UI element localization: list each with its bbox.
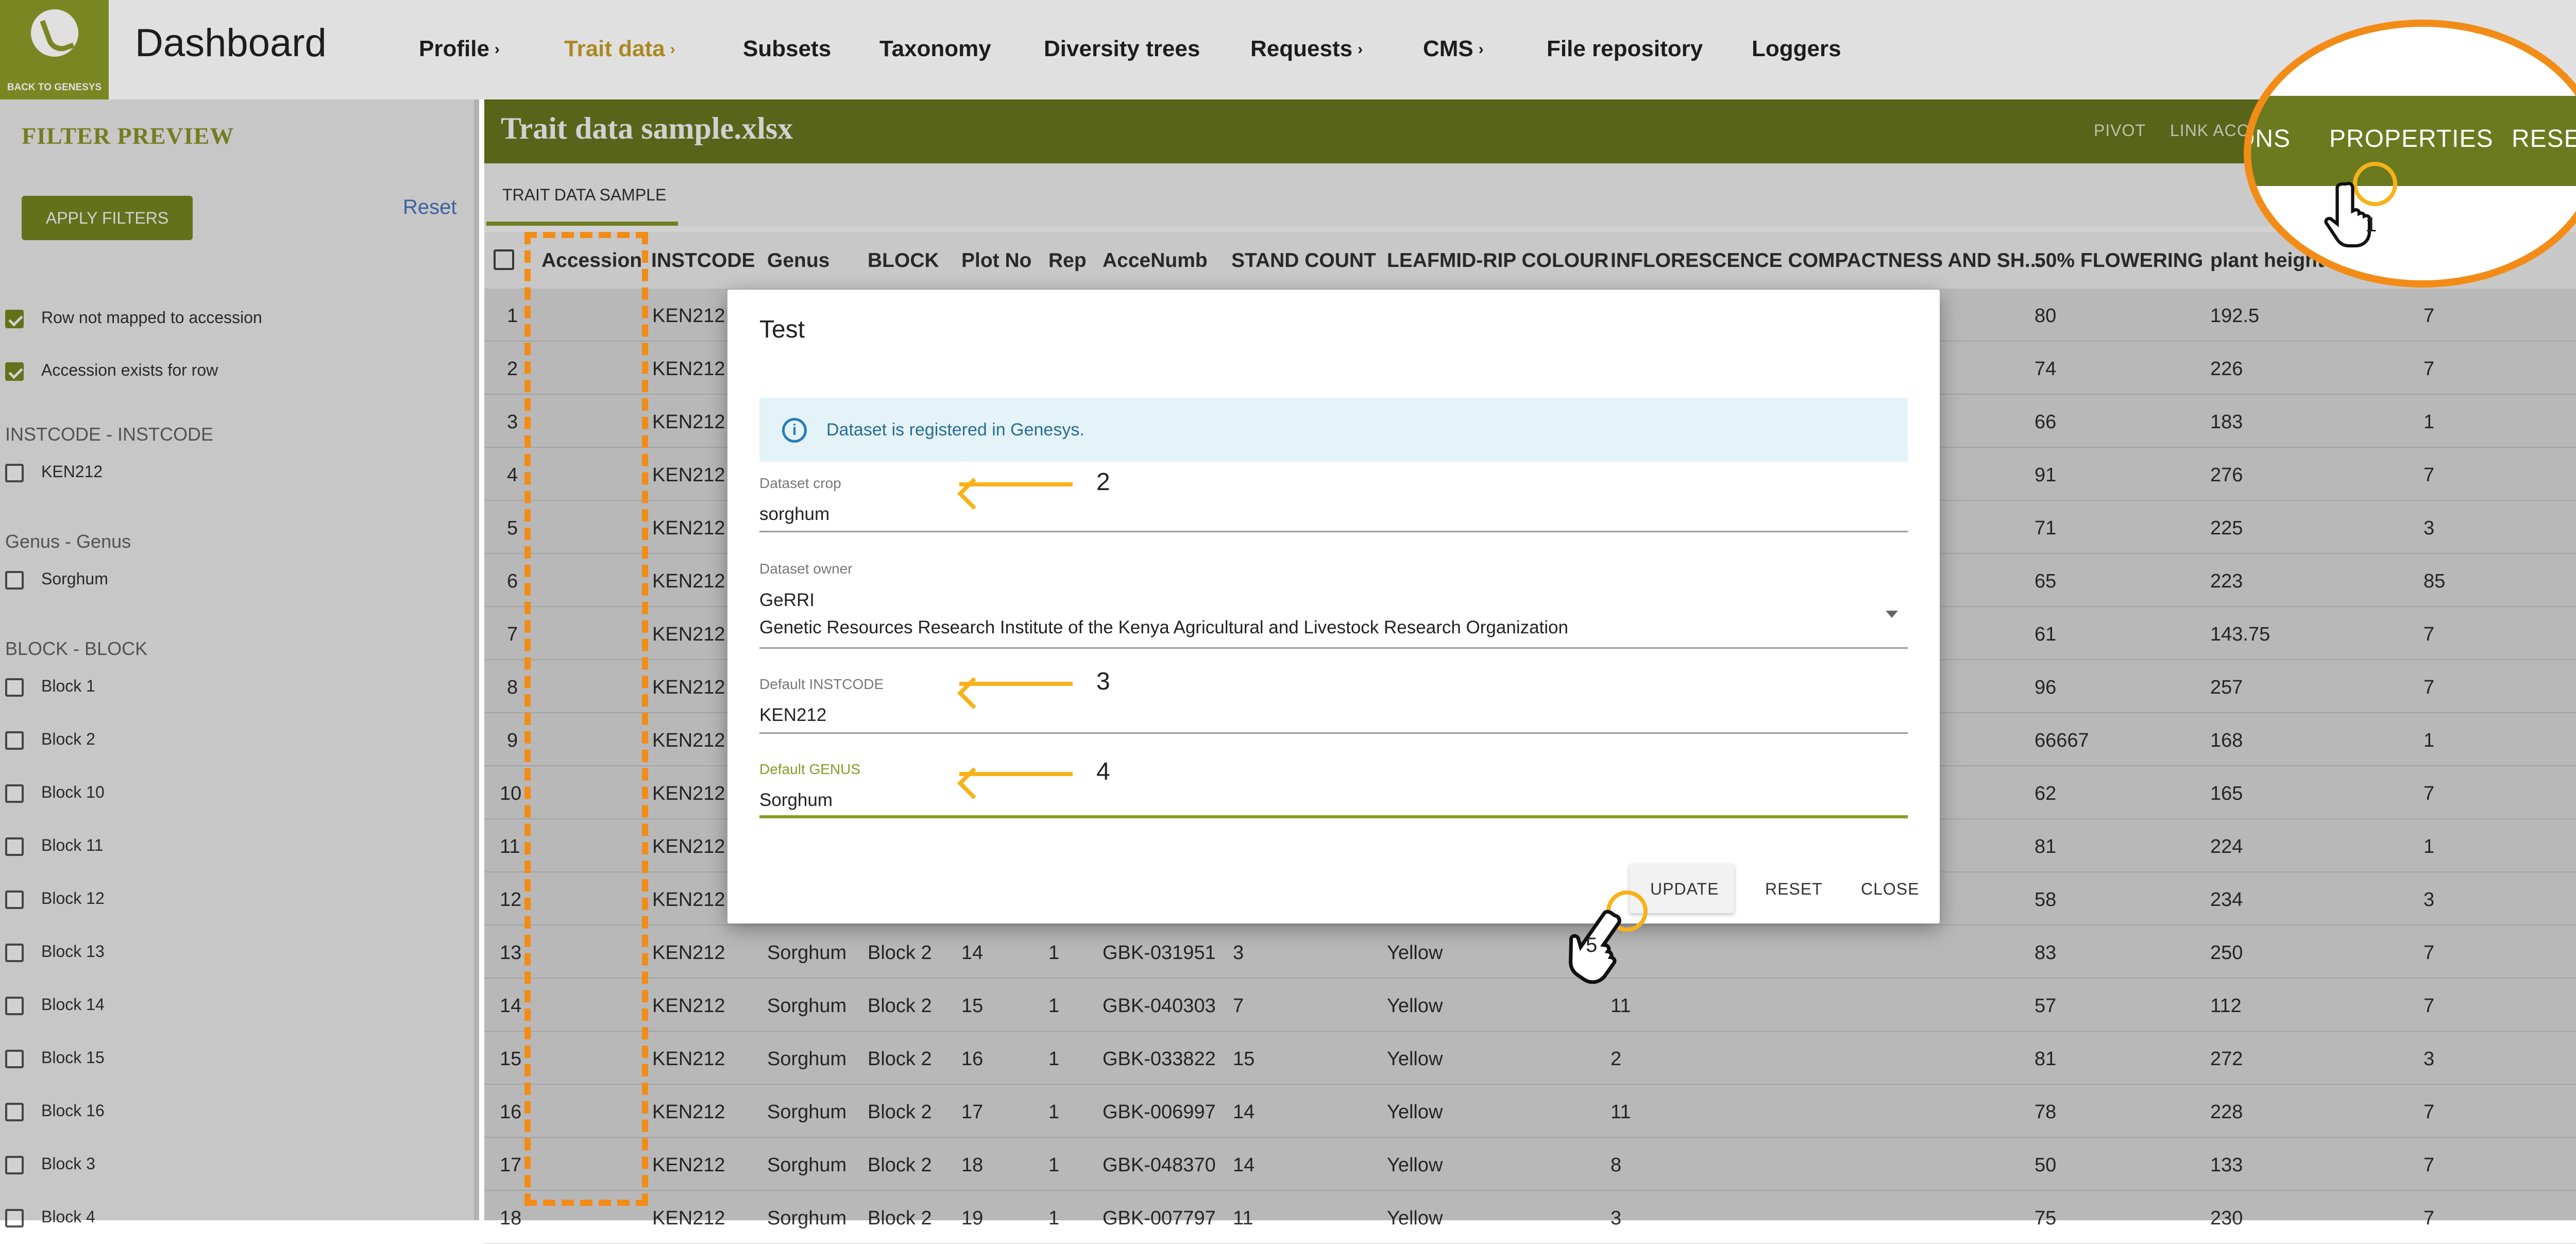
step-number: 1: [2365, 213, 2377, 236]
dataset-owner-code: GeRRI: [759, 590, 815, 610]
close-button[interactable]: CLOSE: [1861, 880, 1919, 899]
modal-backdrop-top: [0, 0, 2576, 99]
arrow-left-icon: [959, 772, 1073, 776]
arrow-left-icon: [959, 682, 1073, 686]
pointing-hand-icon: [2324, 181, 2371, 248]
default-instcode-label: Default INSTCODE: [759, 676, 884, 692]
accession-column-highlight: [524, 232, 648, 1206]
dataset-owner-label: Dataset owner: [759, 561, 853, 577]
dataset-owner-underline: [759, 647, 1908, 649]
update-button[interactable]: UPDATE: [1650, 880, 1719, 899]
dataset-crop-underline: [759, 531, 1908, 532]
info-text: Dataset is registered in Genesys.: [826, 420, 1084, 440]
dialog-title: Test: [759, 316, 805, 343]
dataset-crop-label: Dataset crop: [759, 475, 841, 491]
step-number: 2: [1096, 468, 1110, 496]
dataset-properties-dialog: [727, 290, 1940, 923]
zoom-properties-action[interactable]: PROPERTIES: [2329, 125, 2494, 153]
default-genus-input[interactable]: Sorghum: [759, 790, 833, 811]
step-number: 5: [1586, 934, 1598, 956]
arrow-left-icon: [959, 482, 1073, 486]
step-number: 4: [1096, 758, 1110, 785]
info-icon: i: [782, 418, 807, 443]
pointing-hand-icon: [1569, 910, 1621, 984]
zoom-link-accessions-fragment: ONS: [2251, 125, 2291, 153]
dataset-crop-input[interactable]: sorghum: [759, 504, 829, 525]
dataset-owner-select[interactable]: Genetic Resources Research Institute of …: [759, 617, 1568, 638]
chevron-down-icon[interactable]: [1886, 611, 1898, 618]
zoom-reset-action[interactable]: RESET: [2512, 125, 2576, 153]
default-instcode-input[interactable]: KEN212: [759, 705, 826, 726]
default-genus-underline: [759, 815, 1908, 818]
reset-button[interactable]: RESET: [1765, 880, 1823, 899]
default-genus-label: Default GENUS: [759, 761, 861, 777]
step-number: 3: [1096, 668, 1110, 695]
default-instcode-underline: [759, 732, 1908, 734]
modal-backdrop-side: [0, 99, 479, 1220]
